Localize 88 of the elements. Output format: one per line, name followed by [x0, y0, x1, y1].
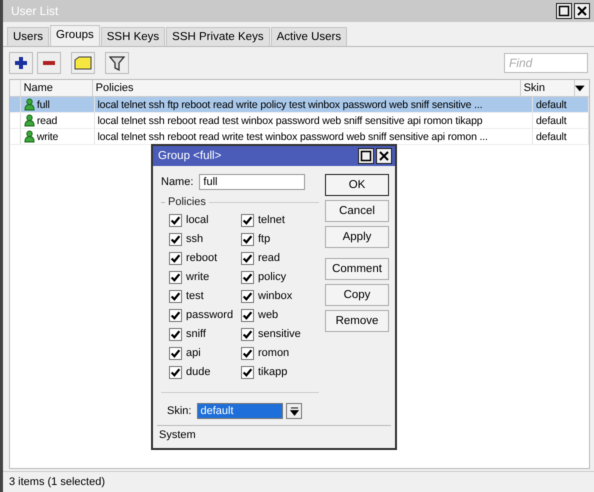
- table-cell: default: [536, 130, 566, 142]
- maximize-icon[interactable]: [358, 148, 374, 164]
- checkbox-label: reboot: [186, 252, 218, 264]
- add-button[interactable]: [9, 52, 33, 74]
- checkbox-label: web: [258, 309, 278, 321]
- checkbox[interactable]: [169, 214, 182, 226]
- remove-button[interactable]: [37, 52, 61, 74]
- user-icon: [24, 130, 35, 143]
- checkbox-label: sniff: [186, 328, 206, 340]
- checkbox-label: sensitive: [258, 328, 301, 340]
- group-label: Policies: [168, 196, 206, 208]
- user-icon: [24, 114, 35, 127]
- dialog-title: Group <full>: [158, 150, 222, 162]
- dropdown-icon[interactable]: [575, 84, 585, 92]
- column-header[interactable]: Policies: [92, 80, 521, 96]
- dialog-button[interactable]: OK: [325, 174, 389, 196]
- filter-icon: [109, 55, 125, 71]
- checkbox-label: read: [258, 252, 280, 264]
- checkbox-label: policy: [258, 271, 286, 283]
- status-text: 3 items (1 selected): [9, 476, 105, 488]
- checkbox[interactable]: [169, 308, 182, 322]
- table-cell: local telnet ssh reboot read test winbox password web sniff sensitive api romon tikapp: [98, 114, 482, 126]
- checkbox[interactable]: [241, 214, 254, 226]
- checkbox[interactable]: [241, 366, 254, 378]
- checkbox[interactable]: [241, 346, 254, 360]
- column-header[interactable]: Skin: [520, 80, 576, 96]
- checkbox[interactable]: [169, 328, 182, 340]
- field-label: Skin:: [167, 405, 192, 417]
- checkbox[interactable]: [169, 290, 182, 302]
- note-icon: [74, 56, 92, 70]
- plus-icon: [13, 55, 29, 71]
- checkbox[interactable]: [169, 366, 182, 378]
- checkbox[interactable]: [169, 252, 182, 264]
- table-cell: default: [536, 98, 566, 110]
- dropdown-icon: [290, 406, 299, 416]
- checkbox-label: test: [186, 290, 204, 302]
- table-row[interactable]: read local telnet ssh reboot read test winbox password web sniff sensitive api romon tikapp default: [10, 113, 589, 129]
- dropdown-button[interactable]: [286, 403, 302, 419]
- checkbox[interactable]: [241, 328, 254, 340]
- checkbox-label: romon: [258, 347, 290, 359]
- checkbox-label: password: [186, 309, 234, 321]
- checkbox-label: tikapp: [258, 366, 288, 378]
- tab[interactable]: SSH Keys: [100, 27, 166, 46]
- name-field[interactable]: full: [199, 174, 306, 190]
- checkbox-label: ssh: [186, 233, 204, 245]
- tab[interactable]: SSH Private Keys: [166, 27, 270, 46]
- tab[interactable]: Groups: [50, 25, 100, 46]
- table-cell: full: [36, 98, 50, 110]
- checkbox-label: api: [186, 347, 201, 359]
- checkbox-label: ftp: [258, 233, 270, 245]
- checkbox[interactable]: [169, 232, 182, 246]
- table-cell: write: [36, 130, 58, 142]
- checkbox[interactable]: [241, 290, 254, 302]
- close-icon[interactable]: [376, 148, 392, 164]
- close-icon[interactable]: [574, 3, 590, 19]
- search-field[interactable]: Find: [504, 53, 588, 73]
- status-text: System: [159, 429, 196, 441]
- checkbox[interactable]: [241, 308, 254, 322]
- tab[interactable]: Active Users: [270, 27, 348, 46]
- column-header[interactable]: Name: [20, 80, 93, 96]
- dialog-button[interactable]: Apply: [325, 226, 389, 248]
- user-icon: [24, 98, 35, 111]
- checkbox[interactable]: [241, 232, 254, 246]
- checkbox[interactable]: [169, 270, 182, 284]
- checkbox-label: dude: [186, 366, 210, 378]
- comment-button[interactable]: [71, 52, 95, 74]
- checkbox[interactable]: [169, 346, 182, 360]
- checkbox-label: write: [186, 271, 210, 283]
- checkbox[interactable]: [241, 252, 254, 264]
- table-cell: local telnet ssh reboot read write test winbox password web sniff sensitive api romon ...: [98, 130, 488, 142]
- dialog-button[interactable]: Copy: [325, 284, 389, 306]
- tab[interactable]: Users: [7, 27, 50, 46]
- table-cell: read: [36, 114, 58, 126]
- minus-icon: [41, 60, 57, 66]
- dialog-button[interactable]: Remove: [325, 310, 389, 332]
- field-label: Name:: [161, 176, 194, 188]
- filter-button[interactable]: [105, 52, 129, 74]
- dialog-button[interactable]: Comment: [325, 258, 389, 280]
- table-cell: default: [536, 114, 566, 126]
- maximize-icon[interactable]: [556, 3, 572, 19]
- table-cell: local telnet ssh ftp reboot read write policy test winbox password web sniff sensitive ...: [98, 98, 482, 110]
- checkbox-label: local: [186, 214, 209, 226]
- dialog-button[interactable]: Cancel: [325, 200, 389, 222]
- checkbox-label: winbox: [258, 290, 292, 302]
- table-row[interactable]: full local telnet ssh ftp reboot read write policy test winbox password web sniff sensitive ... default: [10, 97, 589, 113]
- checkbox[interactable]: [241, 270, 254, 284]
- skin-field[interactable]: default: [197, 403, 284, 419]
- checkbox-label: telnet: [258, 214, 285, 226]
